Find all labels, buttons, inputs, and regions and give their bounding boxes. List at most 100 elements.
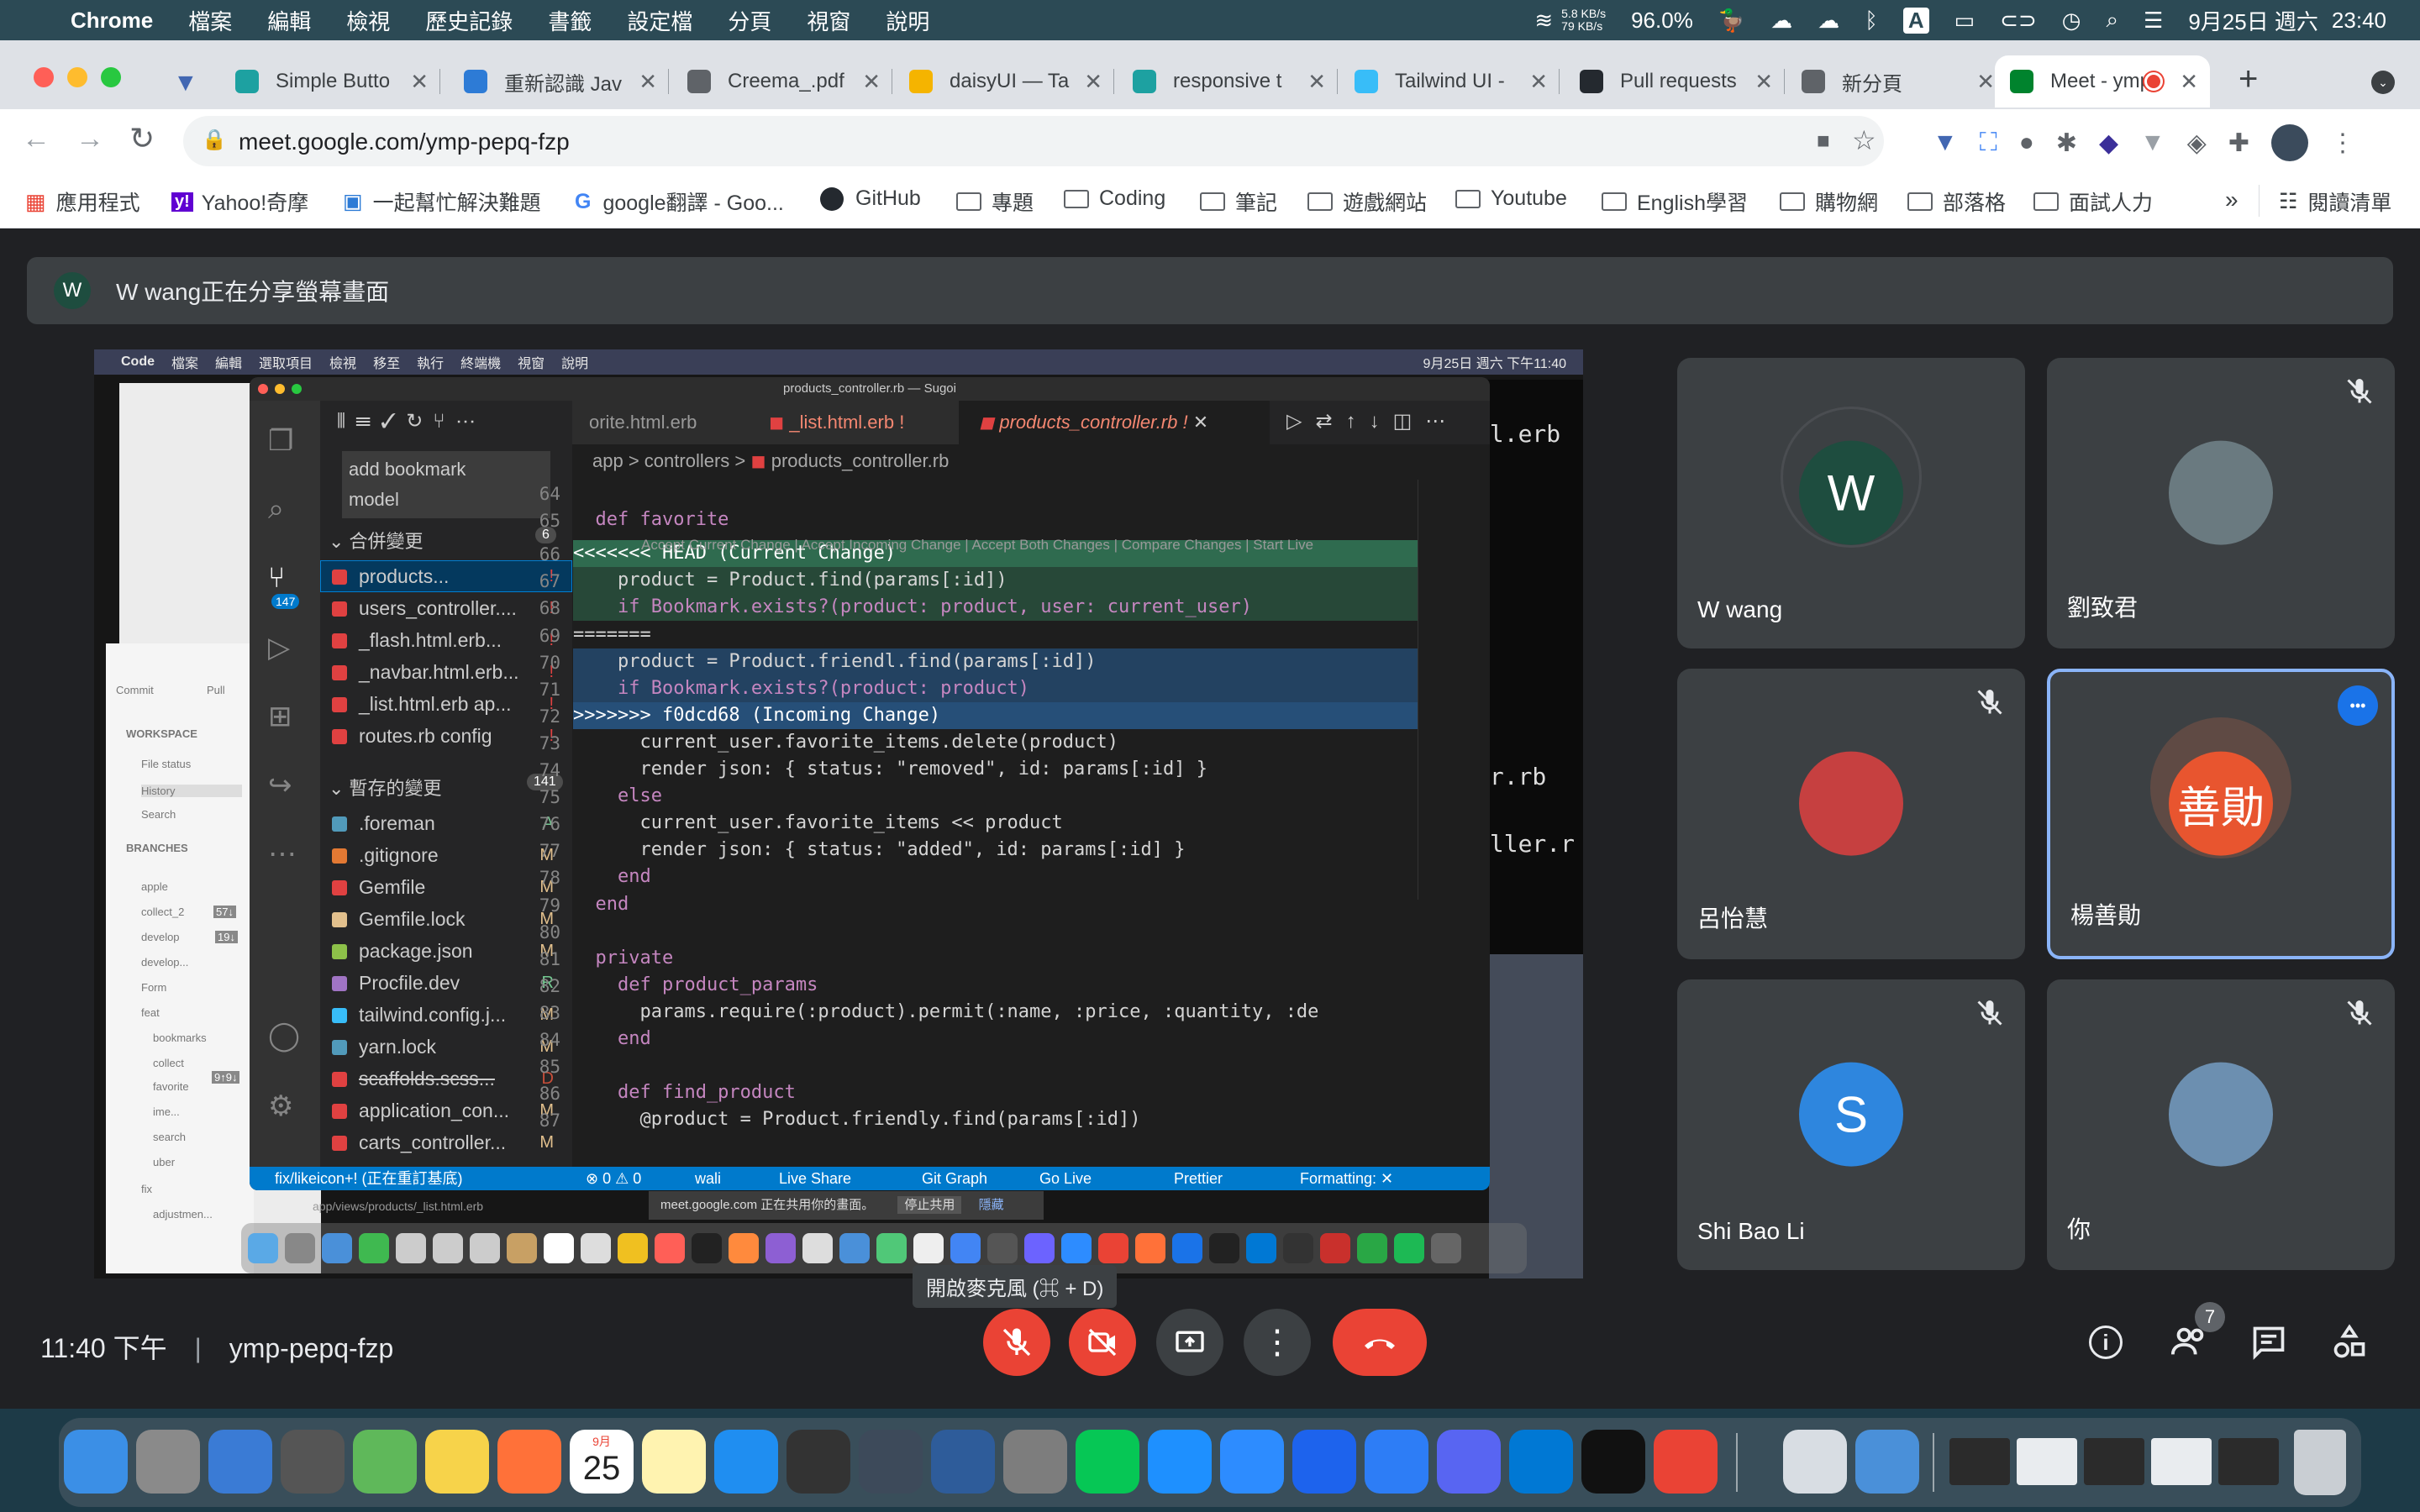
dock-app-icon[interactable]: VS Code: [1509, 1430, 1573, 1494]
omnibox[interactable]: 🔒 meet.google.com/ymp-pepq-fzp ■ ☆: [183, 116, 1884, 166]
menu-item[interactable]: 歷史記錄: [425, 5, 513, 36]
dock-app-icon[interactable]: Maps Pin: [1365, 1430, 1428, 1494]
camera-toggle-button[interactable]: [1069, 1309, 1136, 1376]
participant-tile[interactable]: 劉致君: [2047, 358, 2395, 648]
dock-app-icon[interactable]: Mail: [208, 1430, 272, 1494]
bookmark-star-icon[interactable]: ☆: [1852, 124, 1876, 156]
translate-icon[interactable]: ⛶: [1980, 129, 1997, 157]
bookmarks-overflow-icon[interactable]: »: [2225, 186, 2238, 213]
extension-icon[interactable]: ▼: [2140, 129, 2165, 157]
dock-app-icon[interactable]: Maps: [353, 1430, 417, 1494]
extension-icon[interactable]: ◈: [2187, 129, 2207, 158]
bookmark-folder[interactable]: 專題: [956, 186, 1034, 217]
profile-avatar[interactable]: [2270, 124, 2308, 161]
reload-icon[interactable]: ↻: [129, 121, 155, 156]
dock-app-icon[interactable]: pgAdmin: [931, 1430, 995, 1494]
new-tab-button[interactable]: +: [2238, 60, 2258, 98]
minimized-window-thumbnail[interactable]: [2084, 1438, 2144, 1485]
cloud-icon[interactable]: ☁: [1770, 8, 1792, 34]
dock-app-icon[interactable]: Discord: [1437, 1430, 1501, 1494]
tab-close-icon[interactable]: ✕: [1084, 69, 1102, 95]
meeting-details-icon[interactable]: i: [2089, 1326, 2123, 1359]
menubar-time[interactable]: 23:40: [2332, 8, 2386, 34]
dock-app-icon[interactable]: System Preferences: [1003, 1430, 1067, 1494]
dock-app-icon[interactable]: Photos: [425, 1430, 489, 1494]
activities-icon[interactable]: [2331, 1324, 2368, 1365]
input-method[interactable]: A: [1902, 7, 1929, 34]
browser-tab[interactable]: Simple Butto ✕: [220, 55, 440, 108]
tab-close-icon[interactable]: ✕: [639, 69, 657, 95]
browser-tab[interactable]: Creema_.pdf ✕: [672, 55, 892, 108]
dock-app-icon[interactable]: Instruments: [786, 1430, 850, 1494]
camera-in-use-icon[interactable]: ■: [1817, 128, 1830, 154]
extension-icon[interactable]: ▼: [1933, 129, 1958, 157]
dock-app-icon[interactable]: QuickTime: [859, 1430, 923, 1494]
dock-app-icon[interactable]: App Store: [714, 1430, 778, 1494]
minimized-window-thumbnail[interactable]: [2151, 1438, 2212, 1485]
browser-tab[interactable]: Meet - ymp ✕: [1995, 55, 2210, 108]
dock-app-icon[interactable]: Terminal: [1581, 1430, 1645, 1494]
participant-tile[interactable]: S Shi Bao Li: [1677, 979, 2025, 1270]
menu-item[interactable]: 編輯: [267, 5, 311, 36]
bookmark-folder[interactable]: English學習: [1602, 186, 1748, 217]
dock-app-icon[interactable]: Calendar9月25: [570, 1430, 634, 1494]
tab-close-icon[interactable]: ✕: [1754, 69, 1773, 95]
bluetooth-icon[interactable]: ᛒ: [1865, 8, 1878, 34]
minimized-window-thumbnail[interactable]: [1949, 1438, 2010, 1485]
tab-close-icon[interactable]: ✕: [2180, 69, 2198, 95]
browser-tab[interactable]: 重新認識 Jav ✕: [449, 55, 669, 108]
dock-app-icon[interactable]: Finder: [64, 1430, 128, 1494]
dock-app-icon[interactable]: Keynote: [1855, 1430, 1919, 1494]
browser-tab[interactable]: Pull requests ✕: [1565, 55, 1785, 108]
dock-app-icon[interactable]: Zoom: [1220, 1430, 1284, 1494]
zoom-window-button[interactable]: [101, 67, 121, 87]
present-screen-button[interactable]: [1156, 1309, 1223, 1376]
search-icon[interactable]: ⌕: [2106, 7, 2118, 34]
minimized-window-thumbnail[interactable]: [2218, 1438, 2279, 1485]
menu-app-name[interactable]: Chrome: [71, 8, 153, 34]
extension-icon[interactable]: ◆: [2099, 129, 2118, 158]
extension-icon[interactable]: ✱: [2056, 129, 2077, 158]
tab-list-icon[interactable]: ⌄: [2371, 71, 2395, 94]
tab-close-icon[interactable]: ✕: [1976, 69, 1995, 95]
back-icon[interactable]: ←: [22, 123, 50, 155]
dock-app-icon[interactable]: LINE: [1076, 1430, 1139, 1494]
bookmark-folder[interactable]: 遊戲網站: [1307, 186, 1427, 217]
menu-item[interactable]: 視窗: [807, 5, 850, 36]
bookmark-github[interactable]: GitHub: [820, 186, 921, 211]
link-icon[interactable]: ⊂⊃: [2000, 8, 2037, 34]
dock-app-icon[interactable]: Safari: [1148, 1430, 1212, 1494]
leave-call-button[interactable]: [1333, 1309, 1427, 1376]
dock-app-icon[interactable]: Keychain: [281, 1430, 345, 1494]
tab-close-icon[interactable]: ✕: [1307, 69, 1326, 95]
menu-item[interactable]: 說明: [886, 5, 929, 36]
participant-tile[interactable]: W W wang: [1677, 358, 2025, 648]
kebab-menu-icon[interactable]: ⋮: [2330, 129, 2355, 158]
tile-options-icon[interactable]: •••: [2338, 685, 2378, 726]
browser-tab[interactable]: Tailwind UI - ✕: [1339, 55, 1560, 108]
duck-icon[interactable]: 🦆: [1718, 8, 1745, 34]
bookmark-ithome[interactable]: ▣ 一起幫忙解決難題: [343, 186, 541, 217]
dock-app-icon[interactable]: Firefox: [497, 1430, 561, 1494]
participant-tile[interactable]: 呂怡慧: [1677, 669, 2025, 959]
participant-tile[interactable]: 你: [2047, 979, 2395, 1270]
lock-icon[interactable]: 🔒: [202, 128, 227, 152]
battery-icon[interactable]: ▭: [1954, 8, 1975, 34]
bookmark-google-translate[interactable]: Ggoogle翻譯 - Goo...: [575, 186, 784, 217]
mic-toggle-button[interactable]: [983, 1309, 1050, 1376]
dock-app-icon[interactable]: Launchpad: [136, 1430, 200, 1494]
tab-close-icon[interactable]: ✕: [410, 69, 429, 95]
browser-tab[interactable]: responsive t ✕: [1118, 55, 1338, 108]
dock-app-icon[interactable]: Docker: [1292, 1430, 1356, 1494]
menubar-date[interactable]: 9月25日 週六: [2188, 5, 2318, 36]
dock-app-icon[interactable]: Notes: [642, 1430, 706, 1494]
bookmark-yahoo[interactable]: y! Yahoo!奇摩: [171, 186, 308, 217]
dock-app-icon[interactable]: Chrome: [1654, 1430, 1718, 1494]
bookmark-folder[interactable]: 筆記: [1200, 186, 1277, 217]
puzzle-icon[interactable]: ✚: [2228, 129, 2249, 158]
bookmark-folder[interactable]: Coding: [1064, 186, 1165, 211]
battery-text[interactable]: 96.0%: [1631, 8, 1693, 34]
chat-icon[interactable]: [2250, 1324, 2287, 1365]
browser-tab[interactable]: 新分頁 ✕: [1786, 55, 2007, 108]
cloud2-icon[interactable]: ☁: [1818, 8, 1839, 34]
